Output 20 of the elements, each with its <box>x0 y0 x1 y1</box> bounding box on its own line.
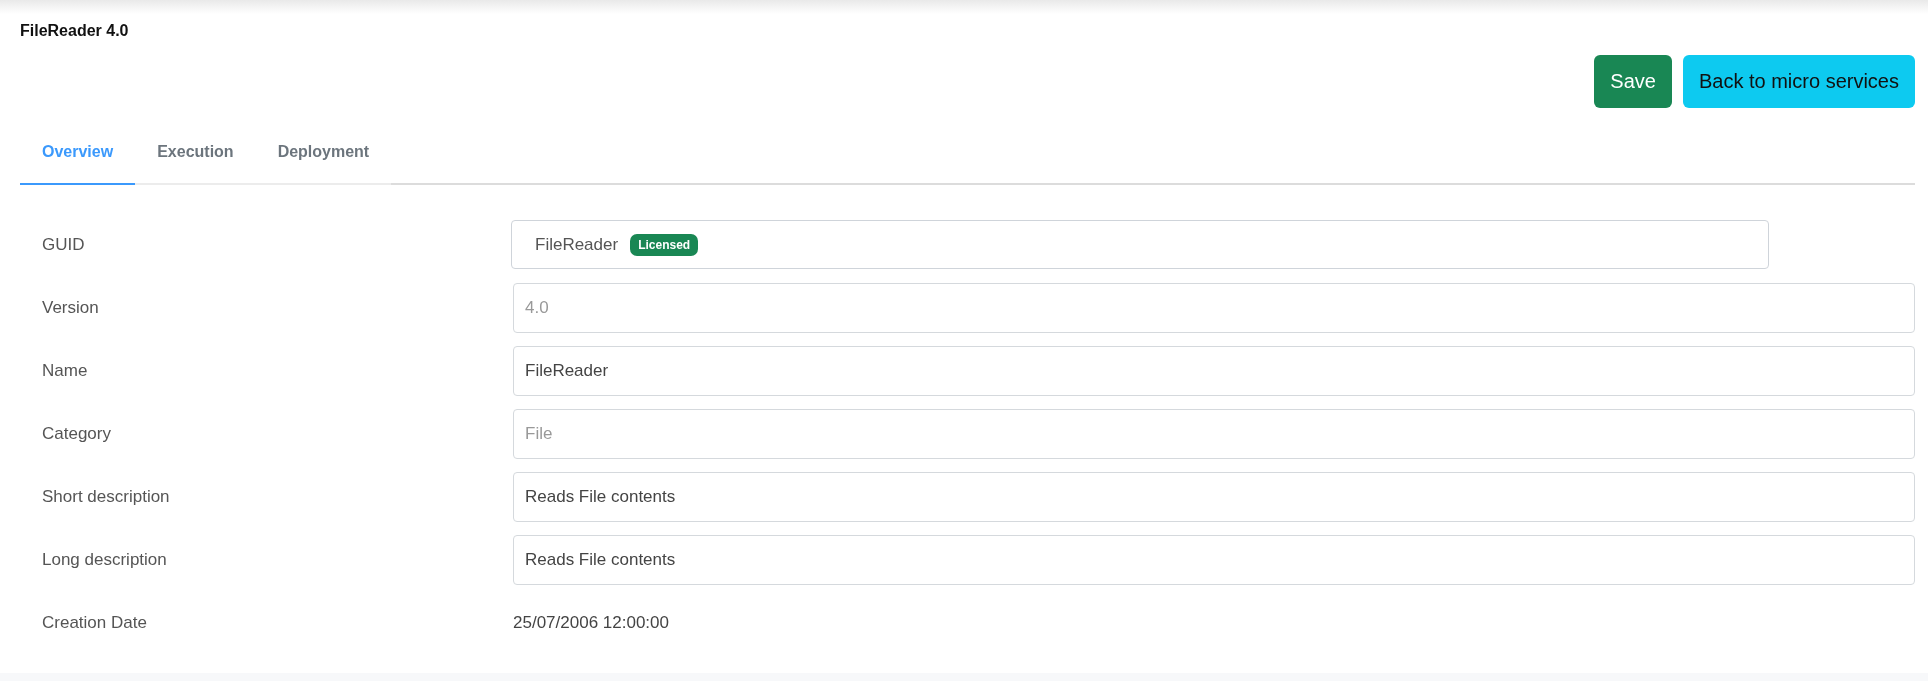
input-field[interactable]: Reads File contents <box>513 471 1915 522</box>
back-button[interactable]: Back to micro services <box>1682 55 1915 108</box>
input-field[interactable]: 4.0 <box>513 282 1915 333</box>
field-label: Creation Date <box>41 612 148 633</box>
tab[interactable]: Deployment <box>255 121 392 185</box>
page-title: FileReader 4.0 <box>20 22 130 40</box>
tab[interactable]: Execution <box>135 121 256 185</box>
field-label: Short description <box>41 486 171 507</box>
field-label: Long description <box>41 549 168 570</box>
input-field[interactable]: FileReader <box>513 345 1915 396</box>
field-label: Name <box>41 360 89 381</box>
date-value: 25/07/2006 12:00:00 <box>513 612 669 633</box>
save-button[interactable]: Save <box>1594 55 1672 108</box>
input-field[interactable]: File <box>513 408 1915 459</box>
field-label: GUID <box>41 234 86 255</box>
input-field[interactable]: Reads File contents <box>513 534 1915 585</box>
field-label: Version <box>41 297 100 318</box>
field-label: Category <box>41 423 112 444</box>
licensed-badge: Licensed <box>630 233 699 256</box>
guid-value: FileReader <box>535 234 619 255</box>
